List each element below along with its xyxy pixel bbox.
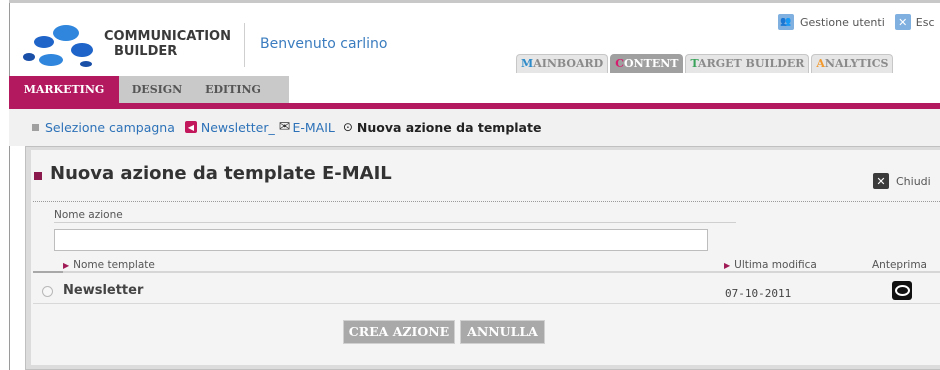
breadcrumb: Selezione campagna ◀ Newsletter_ ✉ E-MAI…	[9, 109, 940, 146]
sub-navigation: MARKETING DESIGN EDITING	[9, 76, 940, 104]
top-border	[9, 0, 940, 3]
close-icon[interactable]: ✕	[873, 173, 889, 189]
logout-link[interactable]: Esc	[916, 16, 935, 29]
subtab-design[interactable]: DESIGN	[119, 76, 195, 103]
template-date: 07-10-2011	[725, 287, 792, 300]
newsletter-icon: ◀	[184, 121, 197, 133]
title-bullet-icon	[34, 172, 42, 180]
tab-mainboard[interactable]: MAINBOARD	[516, 54, 609, 73]
subtab-editing[interactable]: EDITING	[195, 76, 271, 103]
table-header-accent	[33, 271, 63, 273]
brand-line-1: COMMUNICATION	[104, 29, 231, 44]
close-control[interactable]: ✕ Chiudi	[873, 173, 931, 189]
tab-target-builder[interactable]: TARGET BUILDER	[685, 54, 810, 73]
create-action-button[interactable]: CREA AZIONE	[343, 320, 455, 344]
breadcrumb-newsletter[interactable]: Newsletter_	[201, 120, 275, 135]
breadcrumb-square-icon	[32, 123, 39, 131]
cancel-button[interactable]: ANNULLA	[460, 320, 545, 344]
window-left-border	[0, 0, 10, 370]
breadcrumb-trail: Selezione campagna ◀ Newsletter_ ✉ E-MAI…	[32, 119, 541, 135]
column-header-template[interactable]: ▶ Nome template	[63, 259, 155, 271]
subtab-marketing[interactable]: MARKETING	[9, 76, 119, 103]
header-separator	[244, 23, 245, 67]
action-name-input[interactable]	[54, 229, 708, 251]
preview-eye-icon[interactable]	[892, 281, 912, 300]
sort-arrow-icon: ▶	[63, 261, 70, 270]
column-header-preview: Anteprima	[872, 259, 927, 271]
label-underline	[54, 222, 736, 223]
communication-builder-logo	[23, 25, 93, 67]
brand-name: COMMUNICATION BUILDER	[104, 29, 231, 59]
users-icon[interactable]: 👥	[778, 14, 794, 30]
breadcrumb-current: Nuova azione da template	[356, 119, 542, 135]
column-header-modified[interactable]: ▶ Ultima modifica	[724, 259, 817, 271]
action-name-label: Nome azione	[54, 209, 123, 221]
logout-icon[interactable]: ✕	[894, 14, 911, 30]
title-divider	[33, 201, 940, 202]
panel-title: Nuova azione da template E-MAIL	[50, 163, 392, 184]
tab-content[interactable]: CONTENT	[610, 54, 684, 73]
user-links: 👥 Gestione utenti ✕ Esc	[778, 12, 935, 32]
user-management-link[interactable]: Gestione utenti	[800, 16, 885, 29]
current-step-icon: ⊙	[342, 120, 353, 134]
breadcrumb-email[interactable]: E-MAIL	[292, 120, 334, 135]
mail-icon: ✉	[278, 119, 291, 135]
brand-line-2: BUILDER	[114, 44, 178, 59]
subnav-filler	[289, 76, 940, 104]
main-tabs: MAINBOARD CONTENT TARGET BUILDER ANALYTI…	[516, 54, 895, 73]
template-radio[interactable]	[42, 286, 53, 297]
table-header-divider	[33, 271, 940, 273]
close-label[interactable]: Chiudi	[896, 175, 931, 188]
row-divider	[33, 303, 940, 304]
sort-arrow-icon: ▶	[724, 261, 731, 270]
template-name[interactable]: Newsletter	[63, 283, 143, 298]
breadcrumb-campaign-selection[interactable]: Selezione campagna	[45, 120, 175, 135]
welcome-text: Benvenuto carlino	[260, 36, 388, 52]
tab-analytics[interactable]: ANALYTICS	[811, 54, 894, 73]
